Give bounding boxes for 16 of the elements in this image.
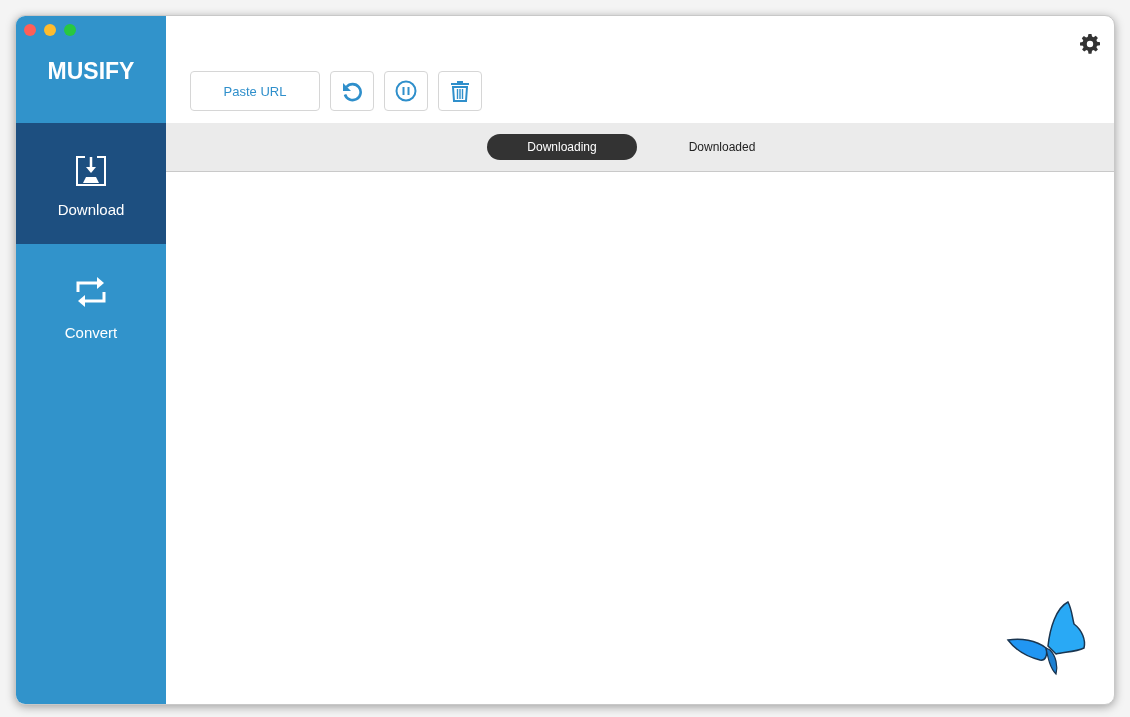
pause-button[interactable] <box>384 71 428 111</box>
settings-icon[interactable] <box>1080 34 1100 54</box>
undo-icon <box>341 80 363 102</box>
tab[interactable]: Downloading <box>487 134 637 160</box>
convert-icon <box>76 274 106 310</box>
tab[interactable]: Downloaded <box>647 134 797 160</box>
trash-icon <box>450 80 470 102</box>
minimize-button[interactable] <box>44 24 56 36</box>
download-icon <box>75 155 107 187</box>
retry-button[interactable] <box>330 71 374 111</box>
app-logo: MUSIFY <box>47 58 135 84</box>
butterfly-icon <box>1006 600 1088 678</box>
paste-url-button[interactable]: Paste URL <box>190 71 320 111</box>
delete-button[interactable] <box>438 71 482 111</box>
pause-icon <box>395 80 417 102</box>
sidebar-item[interactable]: Download <box>16 123 166 244</box>
